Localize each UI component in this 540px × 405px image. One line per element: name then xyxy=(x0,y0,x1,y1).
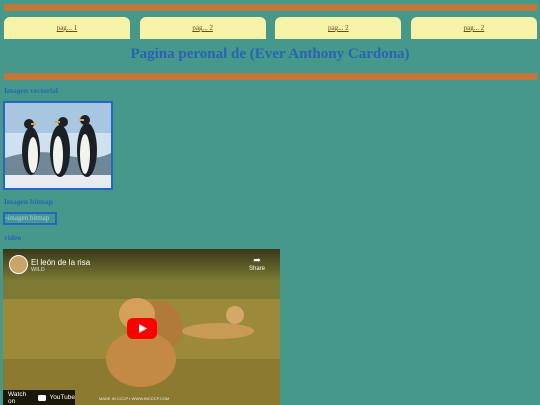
watch-on-youtube-button[interactable]: Watch on YouTube xyxy=(3,390,75,405)
share-label: Share xyxy=(248,266,265,272)
vector-image-heading: Imagen vectorial xyxy=(4,86,58,95)
penguins-image xyxy=(3,101,113,190)
tab-page-3[interactable]: pag... 2 xyxy=(275,17,402,39)
channel-logo-text: WILD xyxy=(31,267,45,273)
share-icon: ➦ xyxy=(253,255,261,265)
bitmap-image-heading: Imagen bitmap xyxy=(4,197,53,206)
tab-page-4[interactable]: pag... 2 xyxy=(410,17,537,39)
middle-divider-bar xyxy=(4,73,537,80)
video-title[interactable]: El león de la risa xyxy=(31,258,90,267)
video-watermark: MADE IN CCCP ▪ WWW.INCCCP.COM xyxy=(99,396,170,401)
nav-tabs: pag... 1 pag... 2 pag... 2 pag... 2 xyxy=(4,17,537,39)
play-icon xyxy=(139,324,147,333)
play-button[interactable] xyxy=(127,318,157,339)
bitmap-alt-text: imagen bitmap xyxy=(7,214,50,222)
youtube-label: YouTube xyxy=(49,394,75,401)
bitmap-image-broken: ▫imagen bitmap xyxy=(3,212,57,225)
page-title: Pagina peronal de (Ever Anthony Cardona) xyxy=(130,46,410,62)
tab-page-1[interactable]: pag... 1 xyxy=(4,17,130,39)
penguins-illustration xyxy=(5,103,111,188)
tab-page-2[interactable]: pag... 2 xyxy=(139,17,266,39)
watch-on-label: Watch on xyxy=(8,390,27,405)
channel-avatar[interactable] xyxy=(9,255,28,274)
top-divider-bar xyxy=(4,4,537,11)
share-button[interactable]: ➦ Share xyxy=(246,255,268,272)
youtube-video-embed[interactable]: El león de la risa WILD ➦ Share Watch on… xyxy=(3,249,280,405)
youtube-logo-icon xyxy=(37,394,47,401)
video-heading: video xyxy=(4,233,22,242)
